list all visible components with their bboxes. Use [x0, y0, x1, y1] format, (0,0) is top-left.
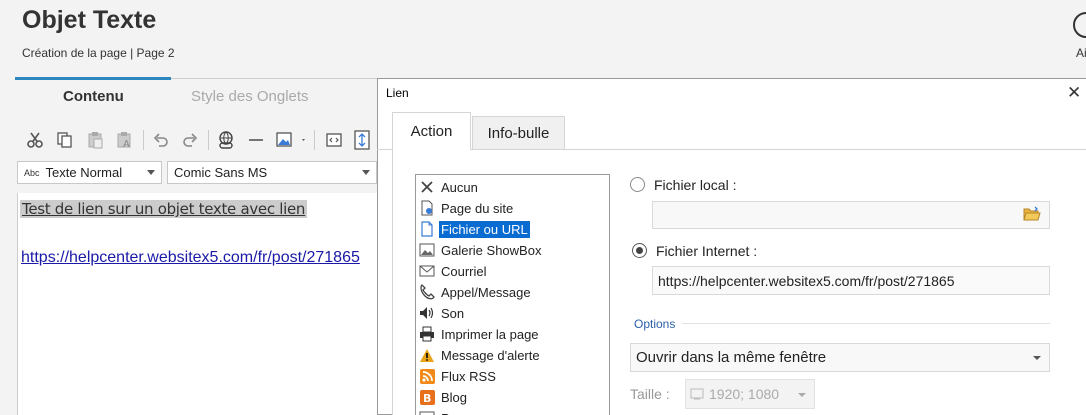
list-item-courriel[interactable]: Courriel [419, 261, 489, 281]
size-icon [690, 388, 704, 400]
list-item-flux-rss[interactable]: Flux RSS [419, 366, 498, 386]
list-item-label: Courriel [441, 263, 487, 279]
link-type-list[interactable]: Aucun Page du site Fichier ou URL Galeri… [415, 174, 610, 415]
toolbar-separator [143, 130, 144, 150]
printer-icon [419, 326, 435, 342]
html-code-icon[interactable] [321, 127, 347, 153]
toolbar-separator [208, 130, 209, 150]
style-value: Texte Normal [45, 165, 123, 180]
cut-icon[interactable] [22, 127, 48, 153]
svg-text:A: A [123, 139, 130, 149]
editor-selected-text[interactable]: Test de lien sur un objet texte avec lie… [20, 200, 308, 218]
list-item-son[interactable]: Son [419, 303, 466, 323]
radio-fichier-internet[interactable] [632, 243, 647, 258]
help-label: Ai [1076, 46, 1086, 60]
rss-icon [419, 368, 435, 384]
chevron-down-icon [798, 393, 806, 397]
font-value: Comic Sans MS [174, 165, 268, 180]
paste-icon[interactable] [82, 127, 108, 153]
list-item-label: Appel/Message [441, 284, 531, 300]
list-item-imprimer[interactable]: Imprimer la page [419, 324, 541, 344]
help-icon[interactable] [1073, 12, 1086, 38]
list-item-label: Galerie ShowBox [441, 242, 542, 258]
breadcrumb: Création de la page | Page 2 [22, 46, 175, 60]
blog-icon: B [419, 389, 435, 405]
redo-icon[interactable] [177, 127, 203, 153]
tab-style-des-onglets[interactable]: Style des Onglets [191, 88, 309, 105]
close-x-icon [419, 179, 435, 195]
list-item-label: Page du site [441, 200, 514, 216]
list-item-blog[interactable]: B Blog [419, 387, 469, 407]
chevron-down-icon [1033, 356, 1041, 360]
label-fichier-internet: Fichier Internet : [656, 243, 758, 259]
list-item-appel-message[interactable]: Appel/Message [419, 282, 533, 302]
size-label: Taille : [630, 386, 670, 402]
tab-action[interactable]: Action [392, 112, 471, 150]
local-file-field[interactable] [652, 201, 1050, 229]
options-section-title: Options [634, 317, 676, 331]
open-mode-value: Ouvrir dans la même fenêtre [636, 349, 827, 366]
active-tab-indicator [15, 77, 171, 80]
horizontal-line-icon[interactable] [243, 127, 269, 153]
tab-contenu[interactable]: Contenu [63, 88, 124, 105]
folder-icon[interactable] [1023, 206, 1041, 227]
paste-text-icon[interactable]: A [111, 127, 137, 153]
open-mode-select[interactable]: Ouvrir dans la même fenêtre [630, 343, 1050, 372]
list-item-label: Flux RSS [441, 368, 496, 384]
list-item-aucun[interactable]: Aucun [419, 177, 480, 197]
paragraph-style-select[interactable]: Abc Texte Normal [17, 161, 162, 184]
list-item-galerie-showbox[interactable]: Galerie ShowBox [419, 240, 543, 260]
close-icon[interactable]: ✕ [1067, 84, 1081, 101]
size-value: 1920; 1080 [709, 386, 780, 402]
chevron-down-icon [362, 170, 370, 175]
mail-icon [419, 263, 435, 279]
list-item-label: Blog [441, 389, 468, 405]
label-fichier-local: Fichier local : [654, 177, 737, 193]
file-url-icon [419, 221, 435, 237]
chevron-down-icon [147, 170, 155, 175]
list-item-label: Imprimer la page [441, 326, 539, 342]
link-icon[interactable] [213, 127, 239, 153]
list-item-label: Fichier ou URL [439, 220, 530, 238]
gallery-icon [419, 242, 435, 258]
tab-info-bulle-label: Info-bulle [487, 124, 550, 142]
warning-icon [419, 347, 435, 363]
list-item-label: Son [441, 305, 465, 321]
more-icon [419, 410, 435, 415]
list-item-more[interactable]: P [419, 408, 452, 415]
copy-icon[interactable] [52, 127, 78, 153]
list-item-message-alerte[interactable]: Message d'alerte [419, 345, 542, 365]
font-family-select[interactable]: Comic Sans MS [167, 161, 377, 184]
speaker-icon [419, 305, 435, 321]
toolbar-separator [314, 130, 315, 150]
list-item-label: Message d'alerte [441, 347, 540, 363]
style-prefix: Abc [24, 167, 40, 178]
list-item-fichier-ou-url[interactable]: Fichier ou URL [419, 219, 530, 239]
page-icon [419, 200, 435, 216]
image-icon[interactable] [273, 127, 309, 153]
line-height-icon[interactable] [349, 127, 375, 153]
tab-action-label: Action [410, 123, 453, 140]
editor-link-text[interactable]: https://helpcenter.websitex5.com/fr/post… [21, 249, 360, 267]
phone-icon [419, 284, 435, 300]
list-item-label: P [439, 410, 452, 415]
size-select: 1920; 1080 [685, 379, 815, 409]
undo-icon[interactable] [148, 127, 174, 153]
options-divider [682, 323, 1050, 324]
dialog-title: Lien [386, 86, 409, 100]
svg-text:B: B [423, 392, 431, 405]
page-title: Objet Texte [22, 6, 157, 34]
list-item-page-du-site[interactable]: Page du site [419, 198, 515, 218]
internet-url-field[interactable]: https://helpcenter.websitex5.com/fr/post… [652, 266, 1050, 295]
text-editor[interactable] [17, 193, 378, 415]
radio-fichier-local[interactable] [630, 177, 645, 192]
tab-info-bulle[interactable]: Info-bulle [472, 116, 565, 149]
list-item-label: Aucun [441, 179, 478, 195]
